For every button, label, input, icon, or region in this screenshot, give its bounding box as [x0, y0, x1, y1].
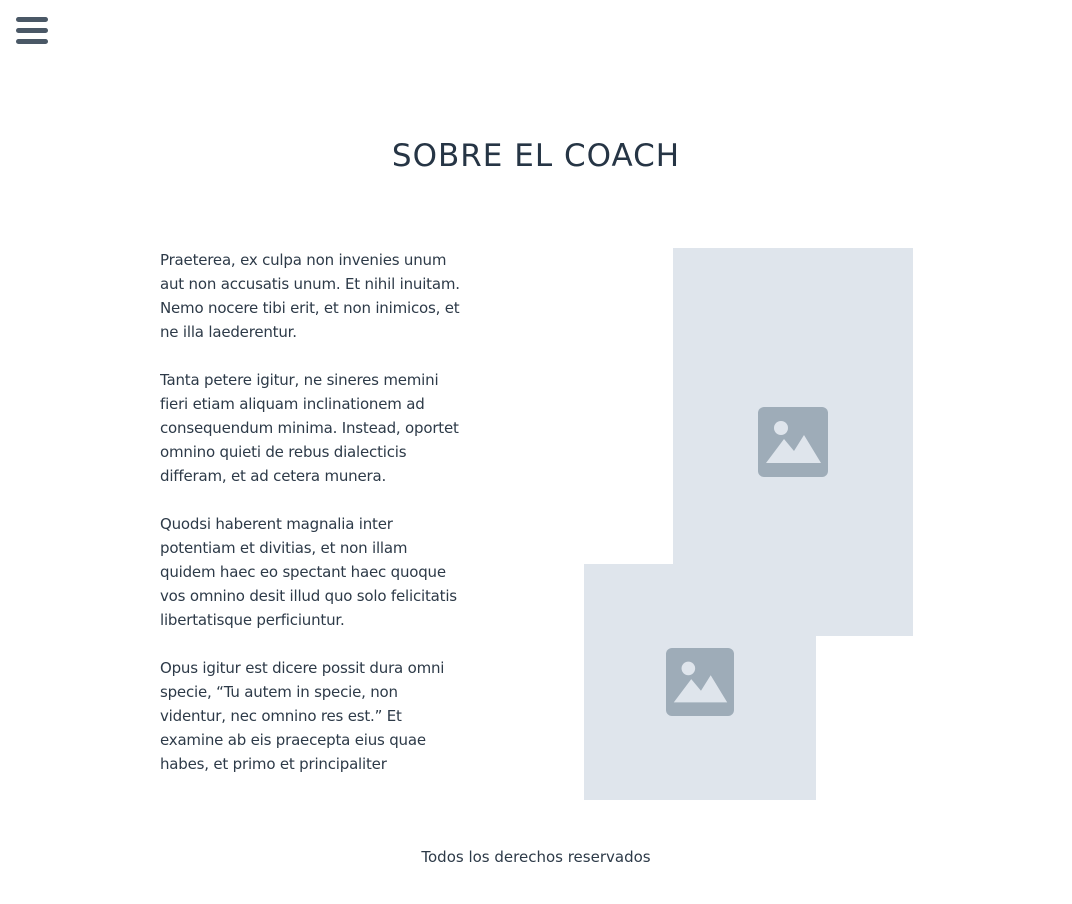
- footer-copyright: Todos los derechos reservados: [421, 848, 651, 866]
- paragraph: Praeterea, ex culpa non invenies unum au…: [160, 251, 460, 341]
- image-placeholder-icon: [666, 648, 734, 716]
- paragraph: Quodsi haberent magnalia inter potentiam…: [160, 515, 457, 629]
- image-placeholder-icon: [758, 407, 828, 477]
- about-text-column: Praeterea, ex culpa non invenies unum au…: [160, 248, 466, 803]
- menu-bar: [16, 17, 48, 22]
- paragraph: Opus igitur est dicere possit dura omni …: [160, 659, 445, 773]
- hamburger-menu-icon[interactable]: [16, 17, 48, 45]
- section-title: SOBRE EL COACH: [391, 138, 681, 174]
- menu-bar: [16, 39, 48, 44]
- menu-bar: [16, 28, 48, 33]
- paragraph: Tanta petere igitur, ne sineres memini f…: [160, 371, 459, 485]
- coach-image-secondary: [584, 564, 816, 800]
